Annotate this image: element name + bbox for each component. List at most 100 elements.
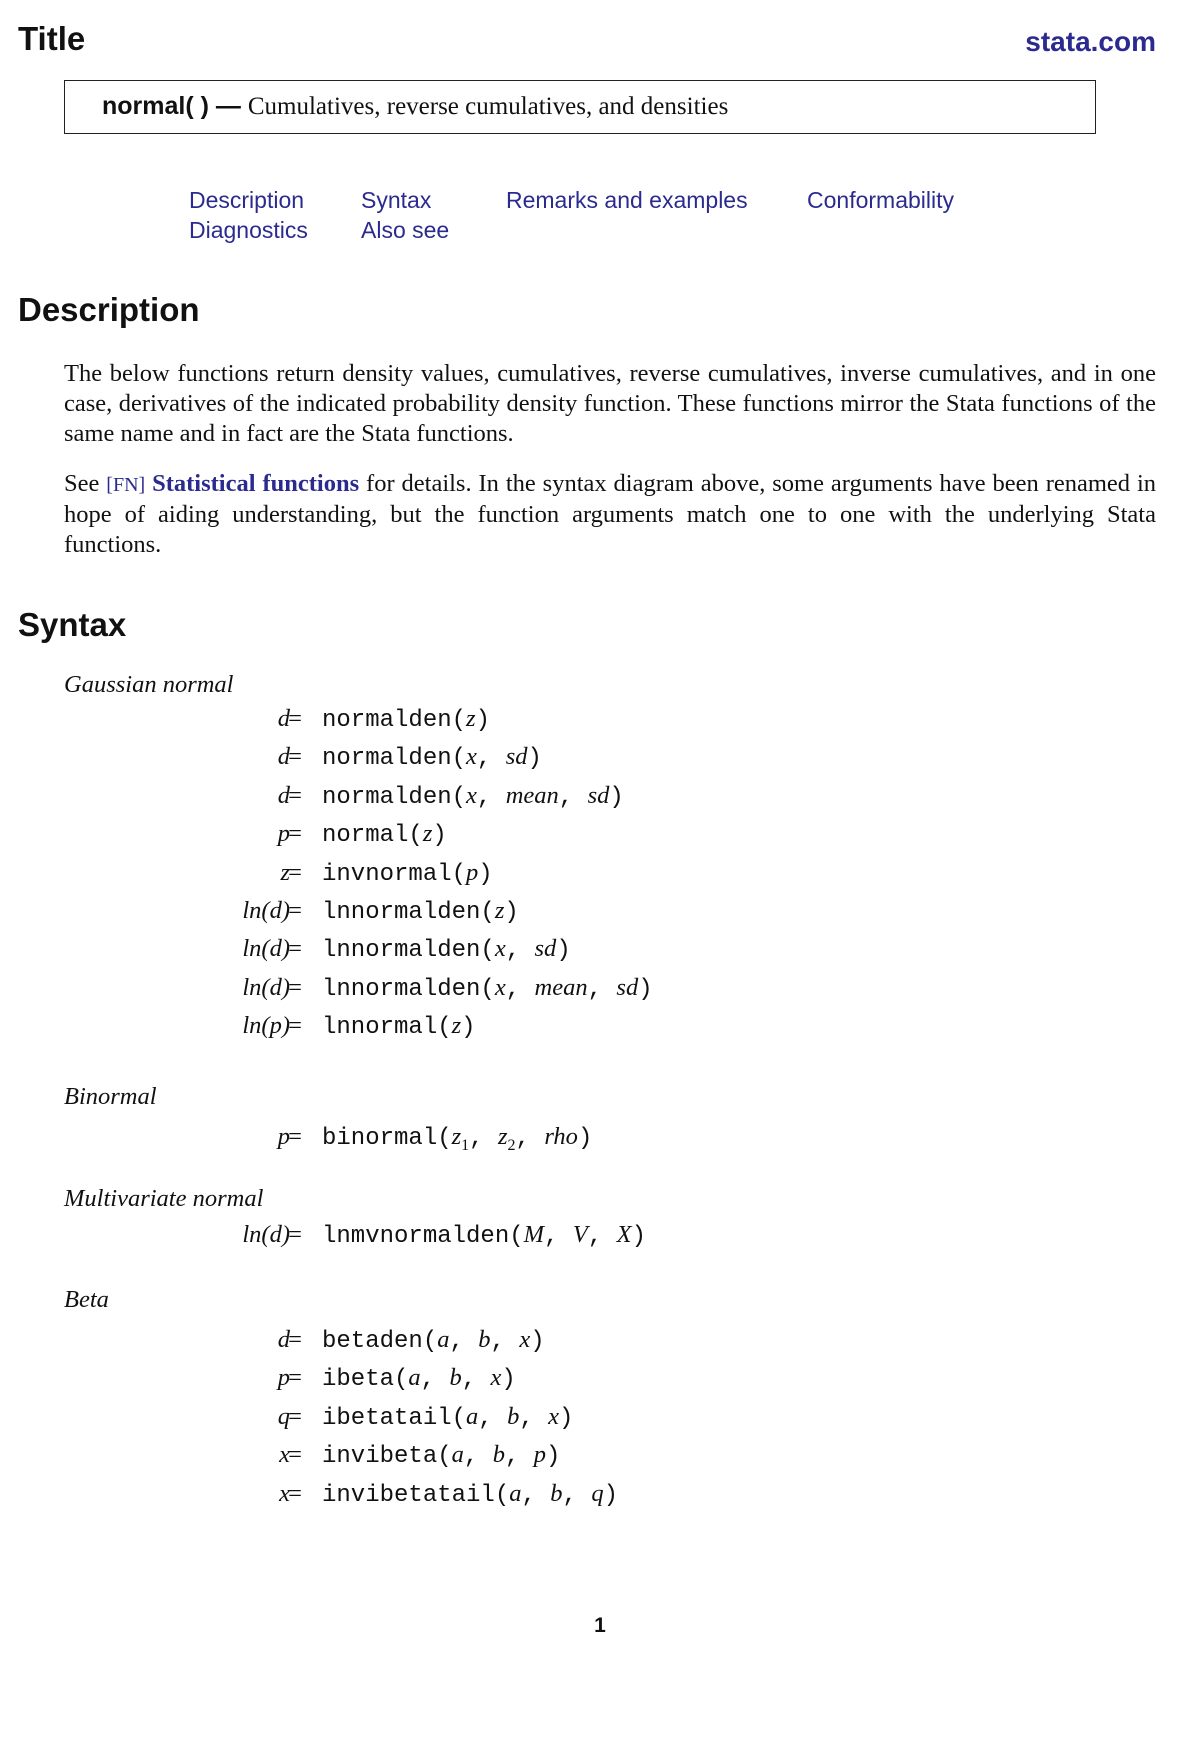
function-argument: a	[509, 1479, 522, 1507]
page-title: Title	[18, 20, 86, 57]
equals-sign: =	[288, 1364, 302, 1392]
function-argument: mean	[505, 781, 559, 809]
equals-sign: =	[288, 820, 302, 848]
nav-link-diagnostics[interactable]: Diagnostics	[189, 217, 308, 244]
function-argument: M	[523, 1221, 545, 1248]
function-argument: p	[466, 858, 479, 886]
equals-sign: =	[288, 1012, 302, 1040]
syntax-equation: ln(p) = lnnormal(z)	[242, 1012, 476, 1042]
equation-result: ln(d)	[242, 973, 290, 1001]
equals-sign: =	[288, 705, 302, 732]
function-argument: x	[466, 743, 477, 771]
function-name: normalden(	[322, 707, 467, 734]
function-argument: b	[507, 1402, 520, 1430]
function-name: ibeta(	[322, 1366, 409, 1394]
syntax-equation: x = invibetatail(a, b, q)	[279, 1479, 619, 1509]
syntax-equation: p = binormal(z1, z2, rho)	[277, 1123, 593, 1154]
syntax-equation: d = normalden(z)	[277, 705, 490, 734]
syntax-group-label: Binormal	[64, 1083, 157, 1110]
title-subtitle: Cumulatives, reverse cumulatives, and de…	[247, 93, 729, 120]
syntax-equation: p = normal(z)	[277, 820, 447, 850]
equals-sign: =	[288, 1441, 302, 1469]
equals-sign: =	[288, 1402, 302, 1430]
description-heading: Description	[18, 291, 200, 328]
function-argument: x	[494, 973, 506, 1001]
syntax-equation: ln(d) = lnnormalden(z)	[242, 897, 519, 926]
nav-link-also-see[interactable]: Also see	[361, 217, 449, 244]
function-argument: X	[616, 1221, 632, 1248]
function-argument: a	[451, 1441, 464, 1469]
function-argument: x	[548, 1402, 560, 1430]
function-argument: b	[478, 1326, 491, 1353]
function-argument: sd	[505, 743, 528, 771]
equals-sign: =	[288, 1221, 302, 1248]
function-name: normal( )	[102, 92, 209, 120]
function-argument: z	[494, 897, 505, 924]
function-name: normalden(	[322, 745, 467, 773]
equals-sign: =	[288, 935, 302, 963]
function-argument: q	[591, 1479, 604, 1507]
nav-link-remarks-and-examples[interactable]: Remarks and examples	[506, 187, 748, 214]
function-argument: a	[408, 1364, 421, 1392]
equation-result: ln(d)	[242, 935, 290, 963]
function-argument: a	[466, 1402, 479, 1430]
syntax-equation: x = invibeta(a, b, p)	[279, 1441, 561, 1471]
syntax-equation: z = invnormal(p)	[280, 858, 493, 888]
description-paragraph-2: See [FN] Statistical functions for detai…	[64, 469, 1156, 560]
syntax-equation: ln(d) = lnnormalden(x, sd)	[242, 935, 571, 965]
function-argument: z2	[497, 1123, 516, 1154]
function-argument: b	[550, 1479, 563, 1507]
function-name: lnnormalden(	[322, 899, 495, 926]
nav-link-conformability[interactable]: Conformability	[807, 187, 954, 214]
function-name: invibetatail(	[322, 1481, 510, 1509]
equals-sign: =	[288, 897, 302, 924]
syntax-heading: Syntax	[18, 606, 127, 643]
equation-result: ln(p)	[242, 1012, 290, 1040]
function-argument: a	[437, 1326, 450, 1353]
equals-sign: =	[288, 1479, 302, 1507]
equation-result: ln(d)	[242, 897, 290, 924]
site-link[interactable]: stata.com	[1025, 26, 1156, 58]
page-number: 1	[594, 1614, 606, 1637]
equals-sign: =	[288, 1123, 302, 1150]
syntax-equation: d = betaden(a, b, x)	[277, 1326, 545, 1355]
function-name: ibetatail(	[322, 1404, 467, 1432]
syntax-equation: d = normalden(x, mean, sd)	[277, 781, 624, 811]
description-paragraph-1: The below functions return density value…	[64, 360, 1156, 447]
function-argument: z	[422, 820, 433, 848]
nav-link-description[interactable]: Description	[189, 187, 304, 214]
equals-sign: =	[288, 973, 302, 1001]
equation-result: ln(d)	[242, 1221, 290, 1248]
para2-prefix: See	[64, 470, 107, 497]
function-argument: x	[490, 1364, 502, 1392]
function-argument: mean	[534, 973, 588, 1001]
syntax-equation: d = normalden(x, sd)	[277, 743, 542, 773]
function-argument: sd	[534, 935, 557, 963]
title-dash: —	[208, 92, 248, 120]
function-argument: z	[466, 705, 476, 732]
fn-manual-tag[interactable]: [FN]	[106, 474, 145, 496]
equals-sign: =	[288, 1326, 302, 1353]
function-argument: rho	[544, 1123, 578, 1150]
function-name: lnmvnormalden(	[322, 1223, 524, 1250]
syntax-equation: q = ibetatail(a, b, x)	[277, 1402, 574, 1432]
syntax-group-label: Gaussian normal	[64, 671, 234, 698]
function-argument: V	[572, 1221, 588, 1248]
function-argument: sd	[616, 973, 639, 1001]
function-name: binormal(	[322, 1125, 452, 1152]
equals-sign: =	[288, 781, 302, 809]
syntax-group-label: Multivariate normal	[64, 1185, 264, 1212]
function-argument: x	[494, 935, 506, 963]
function-name: normalden(	[322, 783, 467, 811]
function-name: lnnormal(	[322, 1014, 452, 1042]
function-argument: x	[519, 1326, 531, 1353]
function-name: invibeta(	[322, 1443, 452, 1471]
statistical-functions-link[interactable]: Statistical functions	[152, 470, 359, 497]
function-name: betaden(	[322, 1328, 438, 1355]
function-argument: z1	[451, 1123, 470, 1154]
syntax-equation: ln(d) = lnnormalden(x, mean, sd)	[242, 973, 653, 1003]
function-name: lnnormalden(	[322, 937, 495, 965]
title-box: normal( ) — Cumulatives, reverse cumulat…	[64, 80, 1096, 134]
function-name: normal(	[322, 822, 423, 850]
nav-link-syntax[interactable]: Syntax	[361, 187, 431, 214]
